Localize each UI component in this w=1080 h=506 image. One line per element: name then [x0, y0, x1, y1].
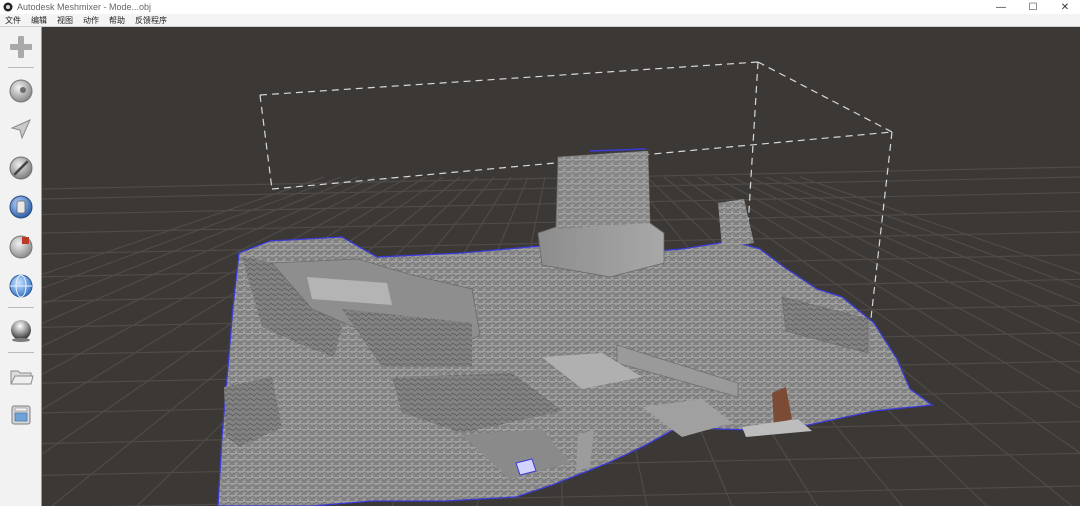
menu-help[interactable]: 帮助 [104, 15, 130, 26]
menu-edit[interactable]: 编辑 [26, 15, 52, 26]
open-folder-icon [10, 370, 34, 385]
menu-feedback[interactable]: 反馈程序 [130, 15, 172, 26]
sculpt-button[interactable] [7, 154, 35, 182]
open-button[interactable] [7, 362, 35, 390]
toolbar-separator [8, 67, 34, 68]
import-button[interactable] [7, 33, 35, 61]
print-icon [11, 405, 31, 425]
left-toolbar [0, 27, 42, 506]
select-arrow-icon [10, 119, 31, 140]
edit-globe-icon [9, 195, 33, 219]
grid-line [109, 485, 1080, 506]
shaders-button[interactable] [7, 272, 35, 300]
sculpt-brush-icon [9, 156, 33, 180]
menu-view[interactable]: 视图 [52, 15, 78, 26]
meshmix-sphere-icon [9, 79, 33, 103]
close-button[interactable]: ✕ [1056, 2, 1074, 13]
window-title: Autodesk Meshmixer - Mode...obj [17, 2, 152, 12]
edit-button[interactable] [7, 193, 35, 221]
select-button[interactable] [7, 115, 35, 143]
toolbar-separator [8, 352, 34, 353]
menu-bar: 文件 编辑 视图 动作 帮助 反馈程序 [0, 14, 1080, 27]
maximize-button[interactable]: ☐ [1024, 2, 1042, 13]
import-plus-icon [10, 36, 32, 58]
analysis-sphere-icon [9, 235, 33, 259]
menu-file[interactable]: 文件 [0, 15, 26, 26]
shaders-globe-icon [9, 274, 33, 298]
meshmix-button[interactable] [7, 77, 35, 105]
export-ball-icon [11, 320, 31, 342]
window-controls: — ☐ ✕ [992, 0, 1074, 14]
scene-canvas[interactable] [42, 27, 1080, 506]
analysis-button[interactable] [7, 233, 35, 261]
scanned-mesh-model[interactable] [217, 148, 934, 506]
meshmixer-window: Autodesk Meshmixer - Mode...obj — ☐ ✕ 文件… [0, 0, 1080, 506]
export-button[interactable] [7, 317, 35, 345]
menu-actions[interactable]: 动作 [78, 15, 104, 26]
print-button[interactable] [7, 401, 35, 429]
toolbar-separator [8, 307, 34, 308]
minimize-button[interactable]: — [992, 2, 1010, 13]
app-logo-icon [3, 2, 13, 12]
3d-viewport[interactable] [42, 27, 1080, 506]
title-bar: Autodesk Meshmixer - Mode...obj — ☐ ✕ [0, 0, 1080, 14]
